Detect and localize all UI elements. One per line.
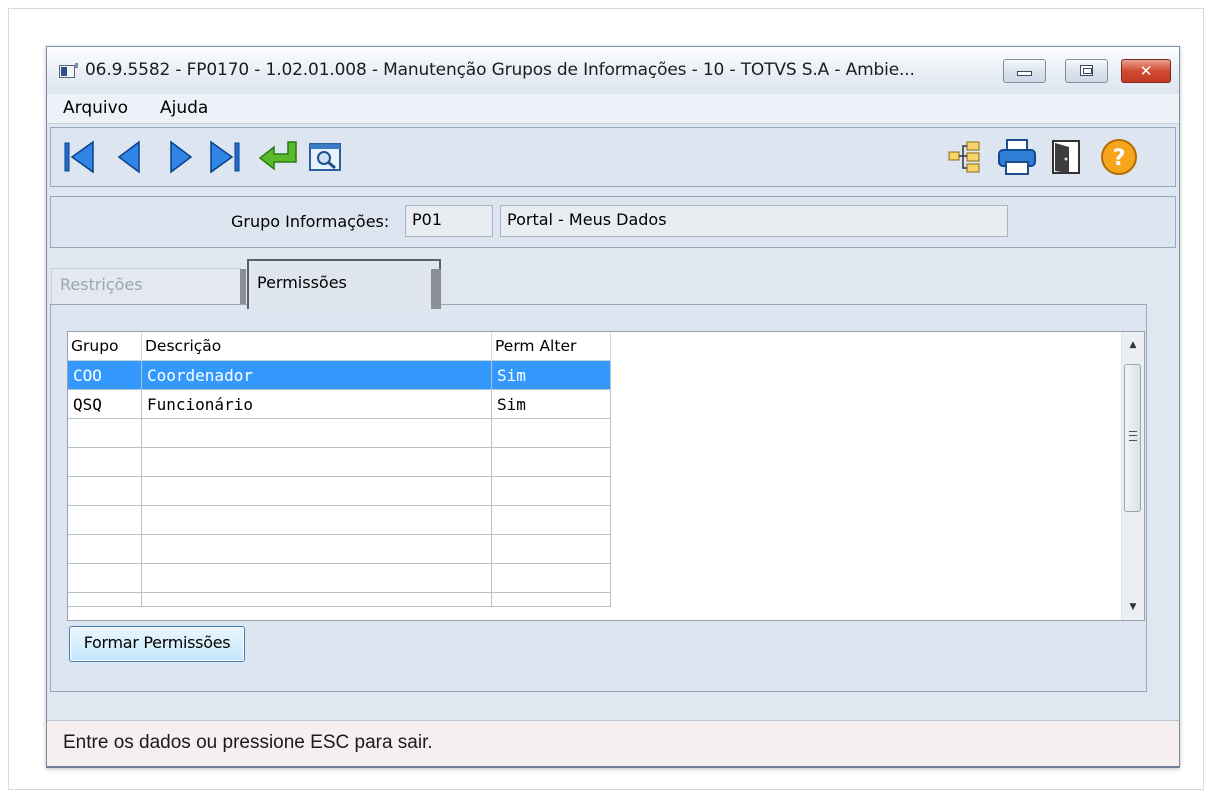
empty-cell[interactable]: [141, 505, 492, 535]
column-header-descricao[interactable]: Descrição: [141, 332, 492, 361]
empty-cell[interactable]: [491, 505, 611, 535]
next-record-icon[interactable]: [159, 136, 203, 178]
empty-cell[interactable]: [141, 563, 492, 593]
column-header-perm-alter[interactable]: Perm Alter: [491, 332, 611, 361]
tree-structure-icon[interactable]: [943, 136, 987, 178]
scroll-down-arrow-icon[interactable]: ▼: [1122, 596, 1144, 618]
empty-cell[interactable]: [491, 447, 611, 477]
cell-perm-alter[interactable]: Sim: [491, 360, 611, 390]
empty-table-row[interactable]: [68, 592, 611, 607]
empty-cell[interactable]: [68, 563, 142, 593]
app-window: 06.9.5582 - FP0170 - 1.02.01.008 - Manut…: [46, 46, 1180, 768]
status-bar: Entre os dados ou pressione ESC para sai…: [47, 720, 1179, 766]
table-header-row: Grupo Descrição Perm Alter: [68, 332, 611, 361]
cell-descricao[interactable]: Coordenador: [141, 360, 492, 390]
empty-cell[interactable]: [68, 534, 142, 564]
empty-cell[interactable]: [491, 563, 611, 593]
first-record-icon[interactable]: [59, 136, 103, 178]
minimize-icon: [1017, 71, 1032, 76]
search-zoom-icon[interactable]: [304, 136, 348, 178]
empty-cell[interactable]: [68, 476, 142, 506]
empty-cell[interactable]: [491, 476, 611, 506]
status-message: Entre os dados ou pressione ESC para sai…: [63, 732, 433, 753]
grupo-code-field[interactable]: P01: [405, 205, 493, 237]
scrollbar-thumb[interactable]: [1124, 364, 1141, 512]
formar-permissoes-button[interactable]: Formar Permissões: [69, 626, 245, 662]
empty-cell[interactable]: [68, 592, 142, 607]
empty-table-row[interactable]: [68, 505, 611, 535]
toolbar: ?: [50, 127, 1176, 187]
menu-ajuda[interactable]: Ajuda: [160, 98, 208, 118]
menu-bar: Arquivo Ajuda: [47, 94, 1179, 124]
minimize-button[interactable]: [1003, 59, 1046, 83]
printer-icon[interactable]: [995, 136, 1039, 178]
svg-text:?: ?: [1113, 146, 1126, 171]
cell-grupo[interactable]: QSQ: [68, 389, 142, 419]
column-header-grupo[interactable]: Grupo: [68, 332, 142, 361]
close-button[interactable]: ✕: [1121, 59, 1171, 83]
empty-cell[interactable]: [491, 592, 611, 607]
permissions-grid[interactable]: Grupo Descrição Perm Alter COO Coordenad…: [67, 331, 1145, 621]
scroll-up-arrow-icon[interactable]: ▲: [1122, 334, 1144, 356]
empty-table-row[interactable]: [68, 534, 611, 564]
cell-descricao[interactable]: Funcionário: [141, 389, 492, 419]
app-window-icon[interactable]: [59, 63, 78, 78]
empty-table-row[interactable]: [68, 563, 611, 593]
empty-cell[interactable]: [141, 476, 492, 506]
exit-door-icon[interactable]: [1045, 136, 1089, 178]
empty-cell[interactable]: [491, 534, 611, 564]
empty-cell[interactable]: [141, 534, 492, 564]
vertical-scrollbar[interactable]: ▲ ▼: [1121, 332, 1144, 620]
empty-cell[interactable]: [68, 505, 142, 535]
empty-cell[interactable]: [141, 418, 492, 448]
permissions-table: Grupo Descrição Perm Alter COO Coordenad…: [68, 332, 611, 607]
cell-grupo[interactable]: COO: [68, 360, 142, 390]
empty-table-row[interactable]: [68, 476, 611, 506]
grupo-description-field[interactable]: Portal - Meus Dados: [500, 205, 1008, 237]
maximize-button[interactable]: [1065, 59, 1108, 83]
grupo-informacoes-label: Grupo Informações:: [231, 212, 390, 231]
empty-cell[interactable]: [141, 592, 492, 607]
previous-record-icon[interactable]: [109, 136, 153, 178]
return-icon[interactable]: [256, 136, 300, 178]
empty-table-row[interactable]: [68, 447, 611, 477]
grupo-panel: Grupo Informações: P01 Portal - Meus Dad…: [50, 196, 1176, 248]
title-bar[interactable]: 06.9.5582 - FP0170 - 1.02.01.008 - Manut…: [47, 47, 1179, 94]
menu-arquivo[interactable]: Arquivo: [63, 98, 128, 118]
cell-perm-alter[interactable]: Sim: [491, 389, 611, 419]
permissoes-tab-panel: Grupo Descrição Perm Alter COO Coordenad…: [50, 304, 1147, 692]
maximize-icon: [1080, 65, 1093, 76]
table-row[interactable]: QSQ Funcionário Sim: [68, 389, 611, 419]
empty-cell[interactable]: [68, 447, 142, 477]
empty-cell[interactable]: [68, 418, 142, 448]
close-icon: ✕: [1139, 62, 1153, 80]
tab-permissoes[interactable]: Permissões: [247, 259, 441, 309]
help-icon[interactable]: ?: [1097, 136, 1141, 178]
tab-restricoes[interactable]: Restrições: [51, 268, 246, 305]
empty-cell[interactable]: [141, 447, 492, 477]
window-title: 06.9.5582 - FP0170 - 1.02.01.008 - Manut…: [85, 60, 915, 80]
scroll-grip-icon: [1129, 431, 1137, 441]
last-record-icon[interactable]: [203, 136, 247, 178]
table-row[interactable]: COO Coordenador Sim: [68, 360, 611, 390]
empty-cell[interactable]: [491, 418, 611, 448]
empty-table-row[interactable]: [68, 418, 611, 448]
